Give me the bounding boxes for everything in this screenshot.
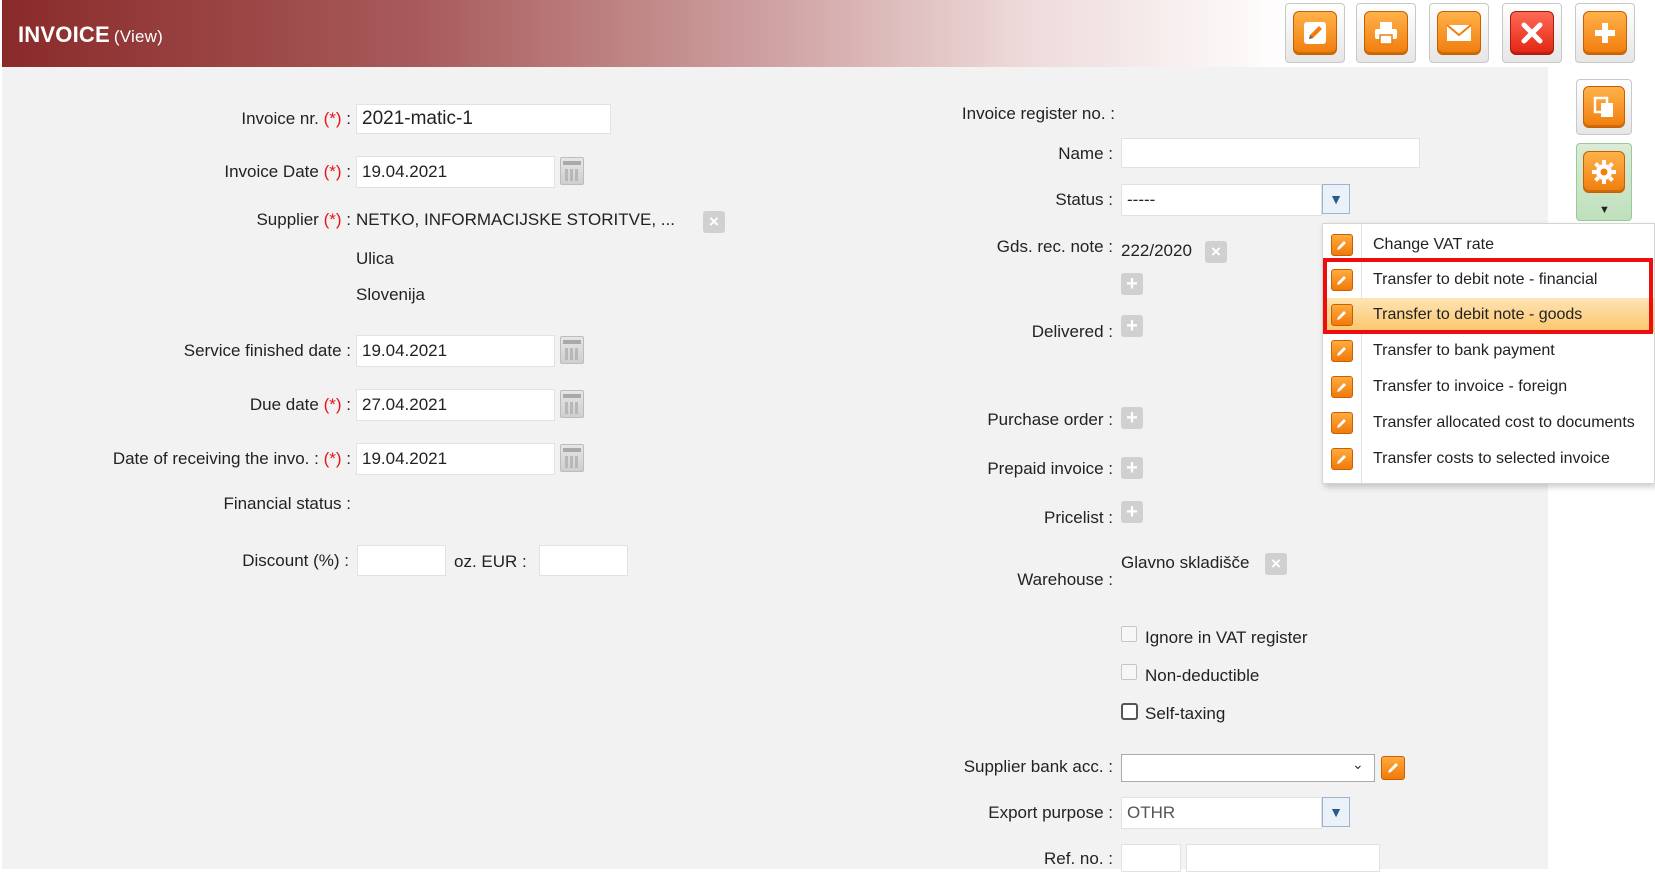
pencil-icon xyxy=(1293,11,1337,55)
clear-warehouse-icon[interactable]: × xyxy=(1265,553,1287,575)
menu-item-label: Transfer allocated cost to documents xyxy=(1373,414,1635,431)
calendar-icon[interactable] xyxy=(560,336,584,364)
date-receiving-label: Date of receiving the invo. : (*) : xyxy=(112,449,351,468)
clear-supplier-icon[interactable]: × xyxy=(703,211,725,233)
menu-item[interactable]: Transfer to bank payment xyxy=(1323,334,1654,368)
email-button[interactable] xyxy=(1429,3,1489,63)
oz-eur-label: oz. EUR : xyxy=(454,552,527,571)
export-purpose-select[interactable]: OTHR xyxy=(1121,797,1322,829)
warehouse-label: Warehouse : xyxy=(1017,570,1113,589)
delivered-label: Delivered : xyxy=(1031,322,1113,341)
copy-icon xyxy=(1583,86,1625,128)
export-purpose-label: Export purpose : xyxy=(988,803,1113,822)
envelope-icon xyxy=(1437,11,1481,55)
status-select[interactable]: ----- xyxy=(1121,184,1322,216)
gear-icon xyxy=(1583,151,1625,193)
invoice-date-label: Invoice Date (*) : xyxy=(224,162,351,181)
add-pricelist-icon[interactable]: + xyxy=(1121,501,1143,523)
close-icon xyxy=(1510,11,1554,55)
actions-menu-button[interactable]: ▼ xyxy=(1576,143,1632,221)
add-prepaid-invoice-icon[interactable]: + xyxy=(1121,457,1143,479)
calendar-icon[interactable] xyxy=(560,390,584,418)
ref-no-label: Ref. no. : xyxy=(1044,849,1113,868)
close-button[interactable] xyxy=(1502,3,1562,63)
invoice-register-no-label: Invoice register no. : xyxy=(961,104,1115,123)
menu-item[interactable]: Transfer to invoice - foreign xyxy=(1323,370,1654,404)
name-label: Name : xyxy=(1058,144,1113,163)
discount-percent-field[interactable] xyxy=(357,545,446,576)
page-title: INVOICE (View) xyxy=(18,22,163,47)
discount-label: Discount (%) : xyxy=(242,551,349,570)
non-deductible-label: Non-deductible xyxy=(1145,666,1260,685)
menu-item-label: Change VAT rate xyxy=(1373,236,1494,253)
caret-down-icon: ▼ xyxy=(1599,204,1610,216)
service-finished-field[interactable]: 19.04.2021 xyxy=(356,335,555,367)
invoice-nr-field[interactable]: 2021-matic-1 xyxy=(356,104,611,134)
supplier-bank-acc-select[interactable] xyxy=(1121,754,1375,782)
prepaid-invoice-label: Prepaid invoice : xyxy=(987,459,1113,478)
menu-item[interactable]: Transfer costs to selected invoice xyxy=(1323,442,1654,476)
discount-eur-field[interactable] xyxy=(539,545,628,576)
supplier-label: Supplier (*) : xyxy=(256,210,351,229)
plus-icon xyxy=(1583,11,1627,55)
pencil-icon xyxy=(1331,340,1353,362)
financial-status-label: Financial status : xyxy=(223,494,351,513)
pencil-icon xyxy=(1331,448,1353,470)
ignore-vat-checkbox[interactable] xyxy=(1121,626,1137,642)
pencil-icon xyxy=(1331,376,1353,398)
clear-gds-rec-icon[interactable]: × xyxy=(1205,241,1227,263)
name-field[interactable] xyxy=(1121,138,1420,168)
pricelist-label: Pricelist : xyxy=(1044,508,1113,527)
ref-no-field[interactable] xyxy=(1186,844,1380,872)
edit-button[interactable] xyxy=(1285,3,1345,63)
pencil-icon xyxy=(1331,412,1353,434)
supplier-name: NETKO, INFORMACIJSKE STORITVE, ... xyxy=(356,210,675,229)
menu-item[interactable]: Transfer allocated cost to documents xyxy=(1323,406,1654,440)
purchase-order-label: Purchase order : xyxy=(987,410,1113,429)
service-finished-label: Service finished date : xyxy=(183,341,351,360)
calendar-icon[interactable] xyxy=(560,444,584,472)
ignore-vat-label: Ignore in VAT register xyxy=(1145,628,1308,647)
chevron-down-icon[interactable]: ▼ xyxy=(1322,184,1350,214)
add-button[interactable] xyxy=(1575,3,1635,63)
menu-item-label: Transfer to invoice - foreign xyxy=(1373,378,1568,395)
add-delivered-icon[interactable]: + xyxy=(1121,315,1143,337)
pencil-icon[interactable] xyxy=(1381,756,1405,780)
ref-no-model-field[interactable] xyxy=(1121,844,1181,872)
chevron-down-icon[interactable]: ▼ xyxy=(1322,797,1350,827)
menu-item[interactable]: Change VAT rate xyxy=(1323,228,1654,262)
chevron-down-icon[interactable]: ⌄ xyxy=(1352,756,1364,773)
supplier-street: Ulica xyxy=(356,249,394,268)
invoice-date-field[interactable]: 19.04.2021 xyxy=(356,156,555,188)
self-taxing-checkbox[interactable] xyxy=(1121,703,1138,720)
add-gds-rec-icon[interactable]: + xyxy=(1121,273,1143,295)
self-taxing-label: Self-taxing xyxy=(1145,704,1226,723)
gds-rec-note-label: Gds. rec. note : xyxy=(996,237,1113,256)
due-date-field[interactable]: 27.04.2021 xyxy=(356,389,555,421)
gds-rec-note-value: 222/2020 xyxy=(1121,241,1192,260)
due-date-label: Due date (*) : xyxy=(249,395,351,414)
copy-button[interactable] xyxy=(1576,79,1632,135)
menu-item-label: Transfer costs to selected invoice xyxy=(1373,450,1610,467)
supplier-country: Slovenija xyxy=(356,285,425,304)
date-receiving-field[interactable]: 19.04.2021 xyxy=(356,443,555,475)
add-purchase-order-icon[interactable]: + xyxy=(1121,407,1143,429)
printer-icon xyxy=(1364,11,1408,55)
status-label: Status : xyxy=(1055,190,1113,209)
supplier-bank-acc-label: Supplier bank acc. : xyxy=(963,757,1113,776)
menu-item-label: Transfer to bank payment xyxy=(1373,342,1555,359)
print-button[interactable] xyxy=(1356,3,1416,63)
page-subtitle: (View) xyxy=(113,27,163,46)
warehouse-value: Glavno skladišče xyxy=(1121,553,1250,572)
calendar-icon[interactable] xyxy=(560,157,584,185)
pencil-icon xyxy=(1331,234,1353,256)
highlight-frame xyxy=(1323,258,1653,334)
invoice-nr-label: Invoice nr. (*) : xyxy=(241,109,351,128)
non-deductible-checkbox[interactable] xyxy=(1121,664,1137,680)
